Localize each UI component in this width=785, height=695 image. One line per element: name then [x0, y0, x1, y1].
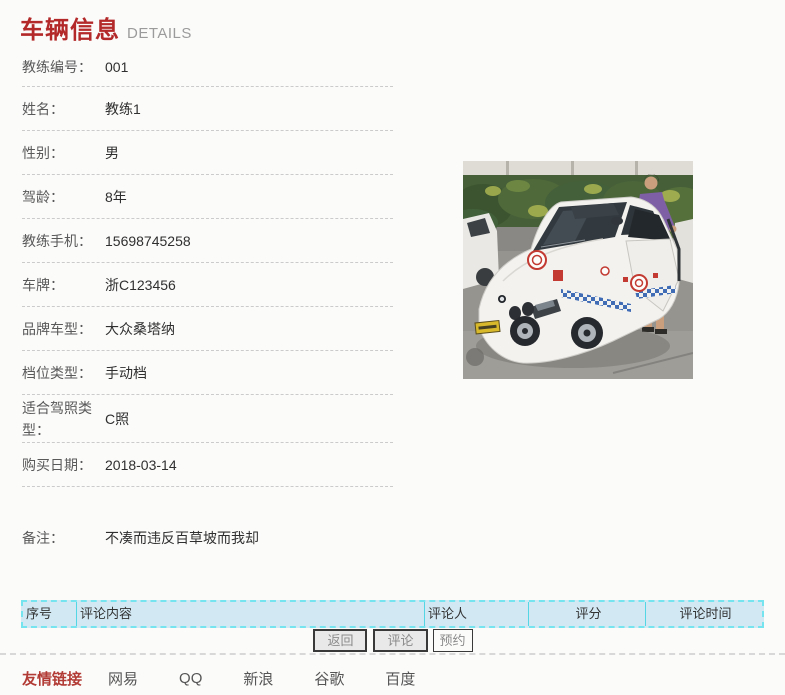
field-row-purchase-date: 购买日期： 2018-03-14 [22, 443, 393, 487]
footer-link-qq[interactable]: QQ [179, 670, 202, 687]
field-value-remark: 不凑而违反百草坡而我却 [105, 530, 259, 546]
field-row-license-type: 适合驾照类型： C照 [22, 395, 393, 443]
field-label-gender: 性别： [22, 144, 64, 161]
comments-header-user: 评论人 [425, 602, 529, 626]
comments-table: 序号 评论内容 评论人 评分 评论时间 [21, 600, 764, 628]
comments-header-content: 评论内容 [77, 602, 425, 626]
field-label-gear-type: 档位类型： [22, 364, 92, 381]
coach-car-photo-image [463, 161, 693, 379]
footer-link-google[interactable]: 谷歌 [314, 668, 344, 689]
coach-car-photo [463, 161, 693, 379]
footer-links-title: 友情链接 [22, 671, 83, 688]
vehicle-field-list: 教练编号： 001 姓名： 教练1 性别： 男 驾龄： 8年 教练手机： 156… [22, 48, 393, 560]
field-label-name: 姓名： [22, 100, 64, 117]
page-title: 车辆信息 [20, 17, 120, 44]
field-value-gender: 男 [105, 144, 119, 161]
comments-header-score: 评分 [529, 602, 646, 626]
footer-links: 友情链接 网易 QQ 新浪 谷歌 百度 [22, 668, 456, 689]
field-row-gear-type: 档位类型： 手动档 [22, 351, 393, 395]
field-label-coach-phone: 教练手机： [22, 232, 92, 249]
field-row-coach-id: 教练编号： 001 [22, 48, 393, 87]
field-row-name: 姓名： 教练1 [22, 87, 393, 131]
field-label-plate-number: 车牌： [22, 276, 64, 293]
field-row-plate-number: 车牌： 浙C123456 [22, 263, 393, 307]
field-label-brand-model: 品牌车型： [22, 320, 92, 337]
field-value-license-type: C照 [105, 410, 130, 427]
field-value-brand-model: 大众桑塔纳 [105, 320, 175, 337]
field-value-coach-id: 001 [105, 59, 129, 75]
field-row-brand-model: 品牌车型： 大众桑塔纳 [22, 307, 393, 351]
field-value-gear-type: 手动档 [105, 364, 147, 381]
field-row-remark: 备注： 不凑而违反百草坡而我却 [22, 516, 393, 560]
field-value-purchase-date: 2018-03-14 [105, 456, 177, 473]
field-row-coach-phone: 教练手机： 15698745258 [22, 219, 393, 263]
field-label-coach-id: 教练编号： [22, 59, 92, 75]
field-label-license-type: 适合驾照类型： [22, 399, 92, 438]
field-row-driving-years: 驾龄： 8年 [22, 175, 393, 219]
action-buttons: 返回 评论 预约 [0, 629, 785, 652]
comments-header-time: 评论时间 [679, 606, 732, 621]
field-value-driving-years: 8年 [105, 188, 127, 205]
footer-link-netease[interactable]: 网易 [108, 668, 138, 689]
comments-header-no: 序号 [23, 602, 77, 626]
bottom-divider [0, 653, 785, 655]
vehicle-details-page: 车辆信息 DETAILS 教练编号： 001 姓名： 教练1 性别： 男 驾龄： … [0, 0, 785, 695]
field-label-remark: 备注： [22, 530, 64, 546]
back-button[interactable]: 返回 [313, 629, 368, 652]
page-subtitle: DETAILS [127, 25, 192, 42]
field-row-gender: 性别： 男 [22, 131, 393, 175]
comment-button[interactable]: 评论 [373, 629, 428, 652]
reserve-button[interactable]: 预约 [432, 629, 473, 652]
field-value-coach-phone: 15698745258 [105, 232, 191, 249]
field-value-plate-number: 浙C123456 [105, 276, 176, 293]
page-header: 车辆信息 DETAILS [0, 0, 785, 45]
field-value-name: 教练1 [105, 100, 141, 117]
footer-link-sina[interactable]: 新浪 [243, 668, 273, 689]
field-label-driving-years: 驾龄： [22, 188, 64, 205]
footer-link-baidu[interactable]: 百度 [385, 668, 415, 689]
field-label-purchase-date: 购买日期： [22, 456, 92, 473]
